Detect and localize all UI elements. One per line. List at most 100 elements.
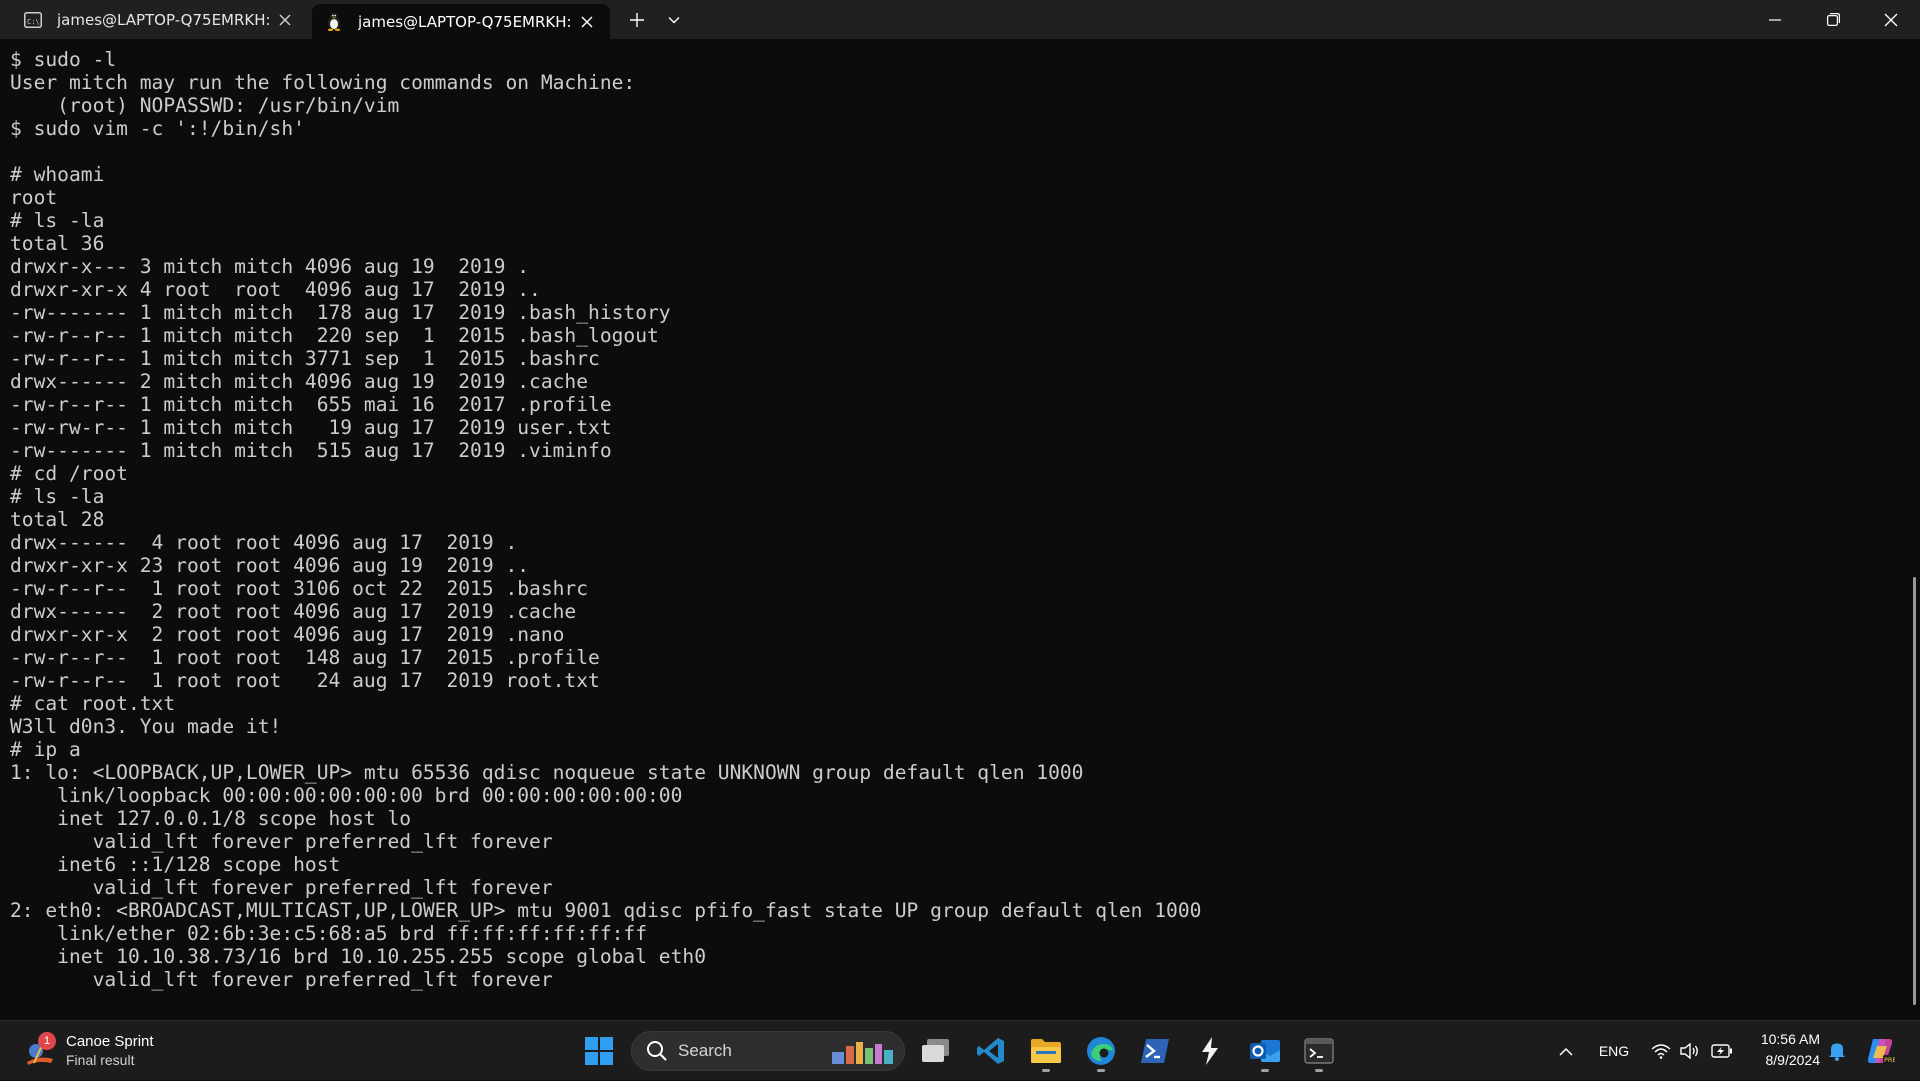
taskbar-search[interactable]: Search <box>631 1031 905 1071</box>
terminal-line: total 28 <box>10 508 105 531</box>
terminal-line: drwx------ 4 root root 4096 aug 17 2019 … <box>10 531 518 554</box>
restore-icon <box>1826 13 1840 26</box>
tab-title: james@LAPTOP-Q75EMRKH: ~ <box>57 10 270 29</box>
notification-badge: 1 <box>38 1032 56 1050</box>
battery-charging-icon <box>1711 1044 1732 1058</box>
terminal-line: 2: eth0: <BROADCAST,MULTICAST,UP,LOWER_U… <box>10 899 1202 922</box>
terminal-line: inet 127.0.0.1/8 scope host lo <box>10 807 412 830</box>
wifi-icon <box>1651 1044 1671 1059</box>
terminal-line: valid_lft forever preferred_lft forever <box>10 876 553 899</box>
terminal-line: -rw-r--r-- 1 mitch mitch 3771 sep 1 2015… <box>10 347 600 370</box>
chevron-down-icon <box>668 16 680 23</box>
terminal-line: 1: lo: <LOOPBACK,UP,LOWER_UP> mtu 65536 … <box>10 761 1084 784</box>
terminal-line: -rw-r--r-- 1 root root 148 aug 17 2015 .… <box>10 646 600 669</box>
file-explorer-icon <box>1031 1039 1061 1063</box>
wsl-button[interactable] <box>1188 1029 1232 1073</box>
tab-linux[interactable]: james@LAPTOP-Q75EMRKH: <box>312 4 610 39</box>
file-explorer-button[interactable] <box>1024 1029 1068 1073</box>
terminal-scrollbar[interactable] <box>1910 39 1920 1020</box>
terminal-line: drwxr-xr-x 4 root root 4096 aug 17 2019 … <box>10 278 541 301</box>
restore-button[interactable] <box>1810 0 1856 39</box>
battery-status[interactable] <box>1709 1021 1735 1081</box>
running-indicator <box>1042 1069 1050 1072</box>
cmd-terminal-icon: C:\ <box>23 10 43 30</box>
terminal-line: -rw-r--r-- 1 mitch mitch 655 mai 16 2017… <box>10 393 612 416</box>
linux-penguin-icon <box>324 12 344 32</box>
chevron-up-icon <box>1559 1047 1573 1056</box>
terminal-line: drwxr-xr-x 2 root root 4096 aug 17 2019 … <box>10 623 565 646</box>
widget-title: Canoe Sprint <box>66 1033 154 1050</box>
terminal-line: # whoami <box>10 163 105 186</box>
minimize-icon <box>1769 18 1781 21</box>
terminal-line: inet6 ::1/128 scope host <box>10 853 341 876</box>
terminal-line: drwxr-x--- 3 mitch mitch 4096 aug 19 201… <box>10 255 530 278</box>
search-highlight-icon <box>832 1042 893 1064</box>
volume-icon <box>1680 1043 1698 1059</box>
weather-widget[interactable]: 1 Canoe Sprint Final result <box>24 1029 154 1073</box>
terminal-line: valid_lft forever preferred_lft forever <box>10 830 553 853</box>
terminal-line: User mitch may run the following command… <box>10 71 636 94</box>
tab-close-icon[interactable] <box>270 5 300 35</box>
vscode-icon <box>977 1038 1004 1064</box>
minimize-button[interactable] <box>1752 0 1798 39</box>
terminal-line: -rw-rw-r-- 1 mitch mitch 19 aug 17 2019 … <box>10 416 612 439</box>
clock-time: 10:56 AM <box>1760 1031 1820 1047</box>
terminal-lines: $ sudo -l User mitch may run the followin… <box>10 48 1201 991</box>
edge-icon <box>1087 1037 1115 1065</box>
search-icon <box>647 1041 667 1061</box>
terminal-line: # ls -la <box>10 209 105 232</box>
start-button[interactable] <box>577 1029 621 1073</box>
clock[interactable]: 10:56 AM 8/9/2024 <box>1748 1029 1820 1071</box>
terminal-line: -rw-r--r-- 1 root root 3106 oct 22 2015 … <box>10 577 589 600</box>
terminal-line: drwx------ 2 root root 4096 aug 17 2019 … <box>10 600 577 623</box>
volume-status[interactable] <box>1677 1021 1703 1081</box>
terminal-line: link/ether 02:6b:3e:c5:68:a5 brd ff:ff:f… <box>10 922 648 945</box>
svg-text:PRE: PRE <box>1884 1056 1895 1064</box>
new-tab-button[interactable] <box>620 0 654 39</box>
terminal-line: # cd /root <box>10 462 128 485</box>
terminal-line: drwxr-xr-x 23 root root 4096 aug 19 2019… <box>10 554 530 577</box>
terminal-line: $ sudo vim -c ':!/bin/sh' <box>10 117 305 140</box>
terminal-button[interactable] <box>1297 1029 1341 1073</box>
terminal-line: # cat root.txt <box>10 692 176 715</box>
vscode-button[interactable] <box>969 1029 1013 1073</box>
tab-cmd[interactable]: C:\ james@LAPTOP-Q75EMRKH: ~ <box>10 0 308 39</box>
language-indicator[interactable]: ENG <box>1594 1021 1634 1081</box>
tab-title: james@LAPTOP-Q75EMRKH: <box>358 12 572 31</box>
wsl-bolt-icon <box>1202 1037 1218 1065</box>
clock-date: 8/9/2024 <box>1765 1052 1821 1068</box>
powershell-button[interactable] <box>1133 1029 1177 1073</box>
notification-bell-icon <box>1829 1043 1845 1061</box>
terminal-line: -rw------- 1 mitch mitch 178 aug 17 2019… <box>10 301 671 324</box>
language-label: ENG <box>1598 1043 1630 1059</box>
close-icon <box>1884 13 1898 26</box>
outlook-button[interactable] <box>1243 1029 1287 1073</box>
terminal-line: # ls -la <box>10 485 105 508</box>
terminal-line: -rw------- 1 mitch mitch 515 aug 17 2019… <box>10 439 612 462</box>
close-window-button[interactable] <box>1868 0 1914 39</box>
terminal-icon <box>1304 1038 1334 1064</box>
terminal-line: inet 10.10.38.73/16 brd 10.10.255.255 sc… <box>10 945 706 968</box>
terminal-line: root <box>10 186 58 209</box>
powershell-icon <box>1141 1039 1169 1063</box>
terminal-output[interactable]: $ sudo -l User mitch may run the followin… <box>0 39 1910 1020</box>
copilot-button[interactable]: PRE <box>1862 1021 1898 1081</box>
running-indicator <box>1261 1069 1269 1072</box>
terminal-line: link/loopback 00:00:00:00:00:00 brd 00:0… <box>10 784 683 807</box>
tab-close-icon[interactable] <box>572 7 602 37</box>
terminal-line: # ip a <box>10 738 81 761</box>
scrollbar-thumb[interactable] <box>1913 577 1916 1005</box>
tab-dropdown-button[interactable] <box>656 0 692 39</box>
terminal-line: valid_lft forever preferred_lft forever <box>10 968 553 991</box>
wifi-status[interactable] <box>1648 1021 1674 1081</box>
widget-subtitle: Final result <box>66 1052 135 1068</box>
plus-icon <box>630 12 644 27</box>
show-hidden-icons-button[interactable] <box>1552 1021 1580 1081</box>
notification-center-button[interactable] <box>1824 1021 1850 1081</box>
task-view-button[interactable] <box>914 1029 958 1073</box>
edge-button[interactable] <box>1079 1029 1123 1073</box>
terminal-line: -rw-r--r-- 1 root root 24 aug 17 2019 ro… <box>10 669 600 692</box>
task-view-icon <box>922 1039 949 1062</box>
canoe-sprint-icon: 1 <box>24 1032 56 1067</box>
